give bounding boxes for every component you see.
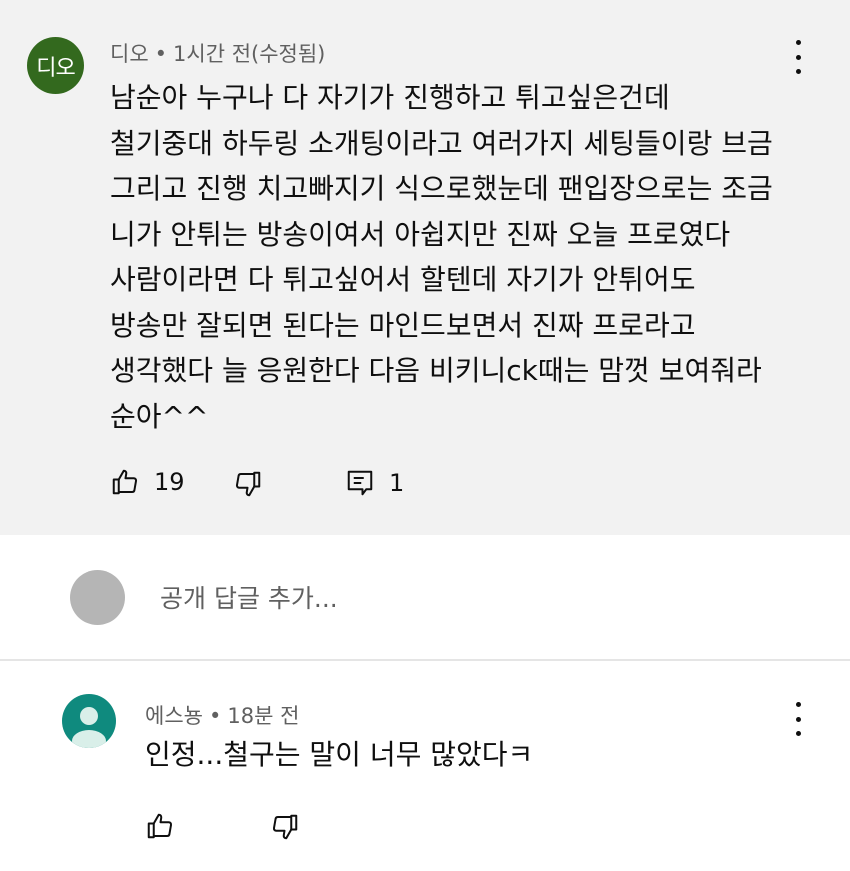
add-reply-row: 공개 답글 추가... — [0, 535, 850, 661]
comment-meta: 디오 • 1시간 전(수정됨) — [110, 38, 325, 68]
avatar[interactable]: 디오 — [27, 37, 84, 94]
like-count: 19 — [154, 468, 185, 496]
reply-meta: 에스뇽 • 18분 전 — [145, 700, 299, 730]
reply-button[interactable]: 1 — [345, 468, 404, 498]
meta-separator: • — [154, 42, 168, 66]
more-vert-icon — [795, 702, 801, 707]
reply-like-button[interactable] — [145, 811, 175, 841]
comment-line: 방송만 잘되면 된다는 마인드보면서 진짜 프로라고 — [110, 308, 696, 342]
reply-menu-button[interactable] — [788, 702, 808, 736]
reply-count: 1 — [389, 469, 405, 497]
more-vert-icon — [795, 40, 801, 45]
comment-line: 순아^^ — [110, 399, 209, 433]
comment-line: 남순아 누구나 다 자기가 진행하고 튀고싶은건데 — [110, 81, 670, 114]
reply-text: 인정...철구는 말이 너무 많았다ㅋ — [145, 738, 534, 771]
comment-menu-button[interactable] — [788, 40, 808, 74]
more-vert-dot — [795, 69, 801, 74]
comment-time: 1시간 전(수정됨) — [173, 42, 326, 66]
avatar — [70, 570, 125, 625]
comment-line: 철기중대 하두링 소개팅이라고 여러가지 세팅들이랑 브금 — [110, 126, 773, 160]
reply-author[interactable]: 에스뇽 — [145, 704, 203, 728]
default-avatar-icon — [72, 707, 106, 748]
dislike-icon — [272, 814, 298, 840]
more-vert-dot — [795, 716, 801, 722]
comment-thread-highlighted: 디오 디오 • 1시간 전(수정됨) 남순아 누구나 다 자기가 진행하고 튀고싶은… — [0, 0, 850, 535]
dislike-button[interactable] — [233, 469, 263, 499]
dislike-icon — [235, 471, 261, 497]
comment-line: 사람이라면 다 튀고싶어서 할텐데 자기가 안튀어도 — [110, 263, 696, 296]
more-vert-dot — [795, 731, 801, 736]
like-button[interactable]: 19 — [110, 467, 185, 497]
avatar[interactable] — [62, 694, 116, 748]
meta-separator: • — [208, 704, 222, 728]
comment-author[interactable]: 디오 — [110, 42, 149, 66]
comment-text: 남순아 누구나 다 자기가 진행하고 튀고싶은건데 철기중대 하두링 소개팅이라… — [110, 75, 830, 439]
comment-line: 생각했다 늘 응원한다 다음 비키니ck때는 맘껏 보여줘라 — [110, 354, 762, 387]
more-vert-dot — [795, 54, 801, 60]
comment-line: 그리고 진행 치고빠지기 식으로했눈데 팬입장으로는 조금 — [110, 172, 773, 205]
reply-time: 18분 전 — [227, 704, 300, 728]
like-icon — [147, 813, 173, 839]
comment-line: 니가 안튀는 방송이여서 아쉽지만 진짜 오늘 프로였다 — [110, 217, 731, 251]
reply-icon — [347, 470, 373, 496]
reply-dislike-button[interactable] — [270, 812, 300, 842]
like-icon — [112, 469, 138, 495]
reply-input[interactable]: 공개 답글 추가... — [160, 579, 338, 615]
